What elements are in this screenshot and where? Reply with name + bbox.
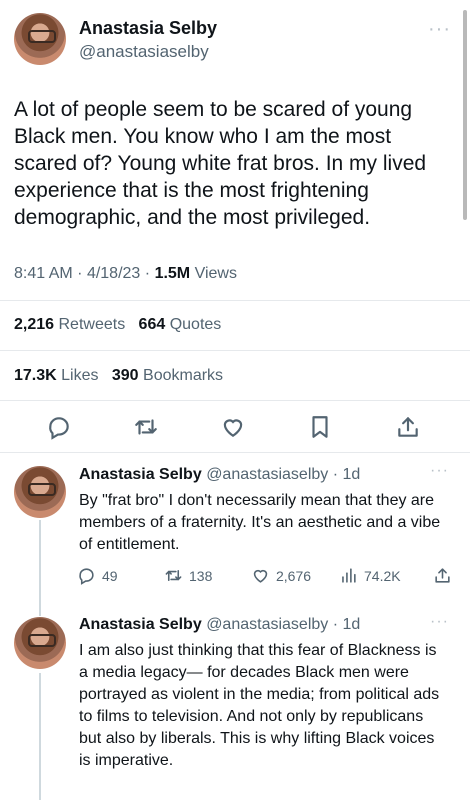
reply-avatar[interactable]: [14, 617, 66, 669]
thread-line: [39, 673, 41, 800]
bookmarks-label: Bookmarks: [143, 367, 224, 384]
speech-bubble-icon[interactable]: [46, 414, 72, 440]
heart-icon: [253, 569, 268, 583]
author-handle[interactable]: @anastasiaselby: [79, 42, 209, 62]
reply-count: 49: [102, 567, 118, 584]
tweet-text: A lot of people seem to be scared of you…: [14, 98, 427, 229]
reply-text: By "frat bro" I don't necessarily mean t…: [79, 492, 441, 553]
reply-header: Anastasia Selby @anastasiaselby · 1d: [79, 616, 360, 634]
tweet-date[interactable]: 4/18/23: [87, 265, 140, 282]
retweet-arrows-icon: [165, 569, 182, 582]
bar-chart-icon: [342, 568, 356, 583]
reply-handle-time[interactable]: @anastasiaselby · 1d: [206, 466, 360, 483]
reply-handle-time[interactable]: @anastasiaselby · 1d: [206, 616, 360, 633]
quotes-label: Quotes: [169, 316, 222, 333]
more-dots-icon[interactable]: ···: [430, 614, 449, 630]
reply-author-name[interactable]: Anastasia Selby: [79, 466, 202, 483]
retweets-label: Retweets: [58, 316, 126, 333]
quotes-stat[interactable]: 664 Quotes: [139, 316, 222, 333]
likes-label: Likes: [61, 367, 99, 384]
share-button[interactable]: [433, 566, 452, 585]
retweets-quotes-row: 2,216 Retweets 664 Quotes: [14, 316, 221, 334]
share-upload-icon: [435, 568, 450, 583]
reply-action-bar: 49 138 2,676 74.2K: [77, 566, 457, 588]
heart-icon[interactable]: [220, 414, 246, 440]
more-dots-icon[interactable]: ···: [428, 19, 451, 39]
bookmarks-stat[interactable]: 390 Bookmarks: [112, 367, 223, 384]
likes-bookmarks-row: 17.3K Likes 390 Bookmarks: [14, 367, 223, 385]
reply-header: Anastasia Selby @anastasiaselby · 1d: [79, 466, 360, 484]
views-count-button[interactable]: 74.2K: [339, 566, 401, 585]
author-name[interactable]: Anastasia Selby: [79, 18, 217, 39]
retweet-count: 138: [189, 567, 213, 584]
divider: [0, 350, 470, 351]
share-upload-icon[interactable]: [395, 414, 421, 440]
retweets-count: 2,216: [14, 316, 55, 333]
views-count: 74.2K: [364, 567, 401, 584]
divider: [0, 400, 470, 401]
tweet-meta: 8:41 AM · 4/18/23 · 1.5M Views: [14, 265, 237, 283]
tweet-time[interactable]: 8:41 AM: [14, 265, 73, 282]
author-avatar[interactable]: [14, 13, 66, 65]
quotes-count: 664: [138, 316, 166, 333]
tweet-action-bar: [0, 404, 470, 450]
meta-separator: ·: [144, 265, 151, 282]
like-count: 2,676: [276, 567, 312, 584]
likes-stat[interactable]: 17.3K Likes: [14, 367, 99, 384]
reply-avatar[interactable]: [14, 466, 66, 518]
divider: [0, 452, 470, 453]
like-count-button[interactable]: 2,676: [251, 566, 311, 585]
retweet-count-button[interactable]: 138: [164, 566, 212, 585]
thread-line: [39, 520, 41, 616]
bookmarks-count: 390: [111, 367, 139, 384]
speech-bubble-icon: [79, 568, 94, 585]
views-label: Views: [194, 265, 237, 282]
more-dots-icon[interactable]: ···: [430, 463, 449, 479]
bookmark-icon[interactable]: [307, 414, 333, 440]
reply-text: I am also just thinking that this fear o…: [79, 642, 440, 769]
retweets-stat[interactable]: 2,216 Retweets: [14, 316, 125, 333]
reply-count-button[interactable]: 49: [77, 566, 118, 585]
reply-author-name[interactable]: Anastasia Selby: [79, 616, 202, 633]
views-count: 1.5M: [154, 265, 191, 282]
divider: [0, 300, 470, 301]
retweet-arrows-icon[interactable]: [133, 414, 159, 440]
likes-count: 17.3K: [14, 367, 57, 384]
scrollbar[interactable]: [463, 10, 467, 220]
meta-separator: ·: [77, 265, 83, 282]
